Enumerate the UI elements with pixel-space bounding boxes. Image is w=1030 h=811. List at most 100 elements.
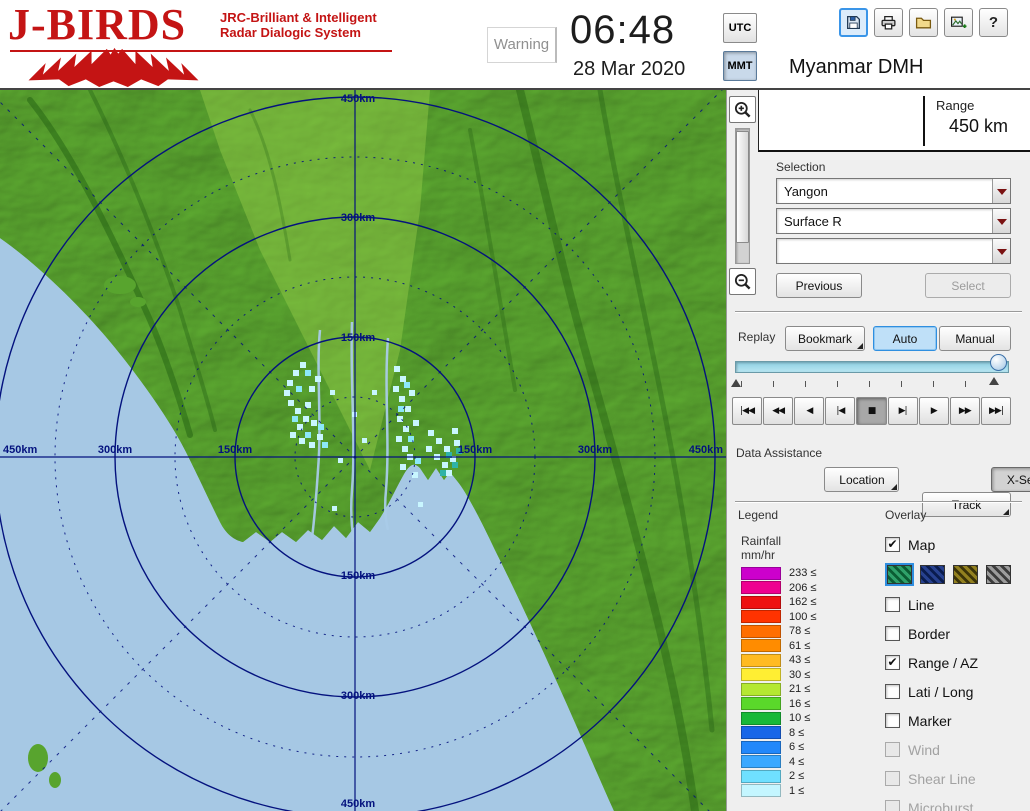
range-az-checkbox[interactable]: ✔ xyxy=(885,655,900,670)
dropdown-arrow-icon[interactable] xyxy=(992,239,1010,263)
overlay-item-shear-line: Shear Line xyxy=(885,764,1027,793)
x-section-button[interactable]: X-Section xyxy=(991,467,1030,492)
overlay-item-label: Range / AZ xyxy=(908,655,978,671)
wind-checkbox xyxy=(885,742,900,757)
skip-to-end-button[interactable]: ▶▶| xyxy=(981,397,1011,425)
location-button[interactable]: Location xyxy=(824,467,899,492)
radar-map-canvas[interactable]: 450km 300km 150km 150km 300km 450km 450k… xyxy=(0,90,726,811)
mmt-button[interactable]: MMT xyxy=(723,51,757,81)
previous-button[interactable]: Previous xyxy=(776,273,862,298)
legend-row: 10 ≤ xyxy=(741,711,871,726)
overlay-item-wind: Wind xyxy=(885,735,1027,764)
stop-button[interactable]: ■ xyxy=(856,397,886,425)
dropdown-arrow-icon[interactable] xyxy=(992,209,1010,233)
map-style-swatch-gray[interactable] xyxy=(986,565,1011,584)
manual-button[interactable]: Manual xyxy=(939,326,1011,351)
legend-row: 233 ≤ xyxy=(741,566,871,581)
legend-value: 6 ≤ xyxy=(789,741,804,753)
track-button[interactable]: Track xyxy=(922,492,1011,517)
skip-to-start-button[interactable]: |◀◀ xyxy=(732,397,762,425)
fast-rewind-button[interactable]: ◀◀ xyxy=(763,397,793,425)
select-label: Select xyxy=(951,279,984,293)
add-image-button[interactable] xyxy=(944,8,973,37)
map-style-swatch-blue[interactable] xyxy=(920,565,945,584)
jbirds-logo: J-BIRDS JRC-Brilliant & Intelligent Rada… xyxy=(8,2,408,88)
product-dropdown[interactable]: Surface R xyxy=(776,208,1011,234)
replay-timeline-slider[interactable] xyxy=(735,361,1009,373)
floppy-disk-icon xyxy=(845,14,862,31)
zoom-scrollbar-thumb[interactable] xyxy=(736,131,749,243)
overlay-item-label: Lati / Long xyxy=(908,684,973,700)
bookmark-button[interactable]: Bookmark xyxy=(785,326,865,351)
legend-color-swatch xyxy=(741,683,781,696)
legend-value: 43 ≤ xyxy=(789,654,810,666)
overlay-item-marker[interactable]: Marker xyxy=(885,706,1027,735)
auto-button[interactable]: Auto xyxy=(873,326,937,351)
step-back-button[interactable]: |◀ xyxy=(825,397,855,425)
warning-status: Warning xyxy=(487,27,557,63)
legend-row: 206 ≤ xyxy=(741,581,871,596)
ring-label-s-300: 300km xyxy=(341,690,375,702)
map-style-swatch-green[interactable] xyxy=(887,565,912,584)
range-label: Range xyxy=(936,98,974,113)
timeline-ticks xyxy=(741,381,997,387)
legend-row: 2 ≤ xyxy=(741,769,871,784)
help-button[interactable]: ? xyxy=(979,8,1008,37)
logo-tagline-line2: Radar Dialogic System xyxy=(220,25,377,40)
legend-row: 30 ≤ xyxy=(741,668,871,683)
map-style-swatch-olive[interactable] xyxy=(953,565,978,584)
overlay-item-border[interactable]: Border xyxy=(885,619,1027,648)
zoom-in-button[interactable] xyxy=(729,96,756,123)
overlay-label: Overlay xyxy=(885,508,926,522)
step-forward-button[interactable]: ▶| xyxy=(888,397,918,425)
fast-forward-button[interactable]: ▶▶ xyxy=(950,397,980,425)
product-dropdown-value: Surface R xyxy=(777,209,992,233)
border-checkbox[interactable] xyxy=(885,626,900,641)
extra-dropdown[interactable] xyxy=(776,238,1011,264)
zoom-out-button[interactable] xyxy=(729,268,756,295)
overlay-item-label: Wind xyxy=(908,742,940,758)
open-folder-button[interactable] xyxy=(909,8,938,37)
magnifier-plus-icon xyxy=(733,100,752,119)
play-forward-button[interactable]: ▶ xyxy=(919,397,949,425)
legend-color-swatch xyxy=(741,770,781,783)
site-dropdown[interactable]: Yangon xyxy=(776,178,1011,204)
range-divider xyxy=(923,96,925,146)
marker-checkbox[interactable] xyxy=(885,713,900,728)
utc-button[interactable]: UTC xyxy=(723,13,757,43)
lati-long-checkbox[interactable] xyxy=(885,684,900,699)
legend-row: 1 ≤ xyxy=(741,784,871,799)
line-checkbox[interactable] xyxy=(885,597,900,612)
legend-row: 43 ≤ xyxy=(741,653,871,668)
legend-row: 4 ≤ xyxy=(741,755,871,770)
select-button[interactable]: Select xyxy=(925,273,1011,298)
legend-color-swatch xyxy=(741,784,781,797)
dropdown-arrow-icon[interactable] xyxy=(992,179,1010,203)
replay-slider-thumb[interactable] xyxy=(990,354,1007,371)
header-bar: J-BIRDS JRC-Brilliant & Intelligent Rada… xyxy=(0,0,1030,90)
legend-row: 8 ≤ xyxy=(741,726,871,741)
radar-map-viewport[interactable]: 450km 300km 150km 150km 300km 450km 450k… xyxy=(0,90,726,811)
overlay-item-line[interactable]: Line xyxy=(885,590,1027,619)
play-backward-button[interactable]: ◀ xyxy=(794,397,824,425)
legend-value: 206 ≤ xyxy=(789,582,816,594)
folder-icon xyxy=(915,14,932,31)
overlay-item-lati-long[interactable]: Lati / Long xyxy=(885,677,1027,706)
help-label: ? xyxy=(989,14,998,31)
x-section-label: X-Section xyxy=(1007,473,1030,487)
legend-row: 16 ≤ xyxy=(741,697,871,712)
zoom-scrollbar[interactable] xyxy=(735,128,750,264)
print-button[interactable] xyxy=(874,8,903,37)
overlay-item-range-az[interactable]: ✔ Range / AZ xyxy=(885,648,1027,677)
data-assistance-label: Data Assistance xyxy=(736,446,822,460)
clock-date: 28 Mar 2020 xyxy=(573,58,685,81)
save-button[interactable] xyxy=(839,8,868,37)
legend-value: 2 ≤ xyxy=(789,770,804,782)
overlay-item-map[interactable]: ✔ Map xyxy=(885,530,1027,559)
separator xyxy=(735,501,1022,503)
legend-row: 61 ≤ xyxy=(741,639,871,654)
jbirds-app: J-BIRDS JRC-Brilliant & Intelligent Rada… xyxy=(0,0,1030,811)
map-checkbox[interactable]: ✔ xyxy=(885,537,900,552)
printer-icon xyxy=(880,14,897,31)
legend-value: 78 ≤ xyxy=(789,625,810,637)
